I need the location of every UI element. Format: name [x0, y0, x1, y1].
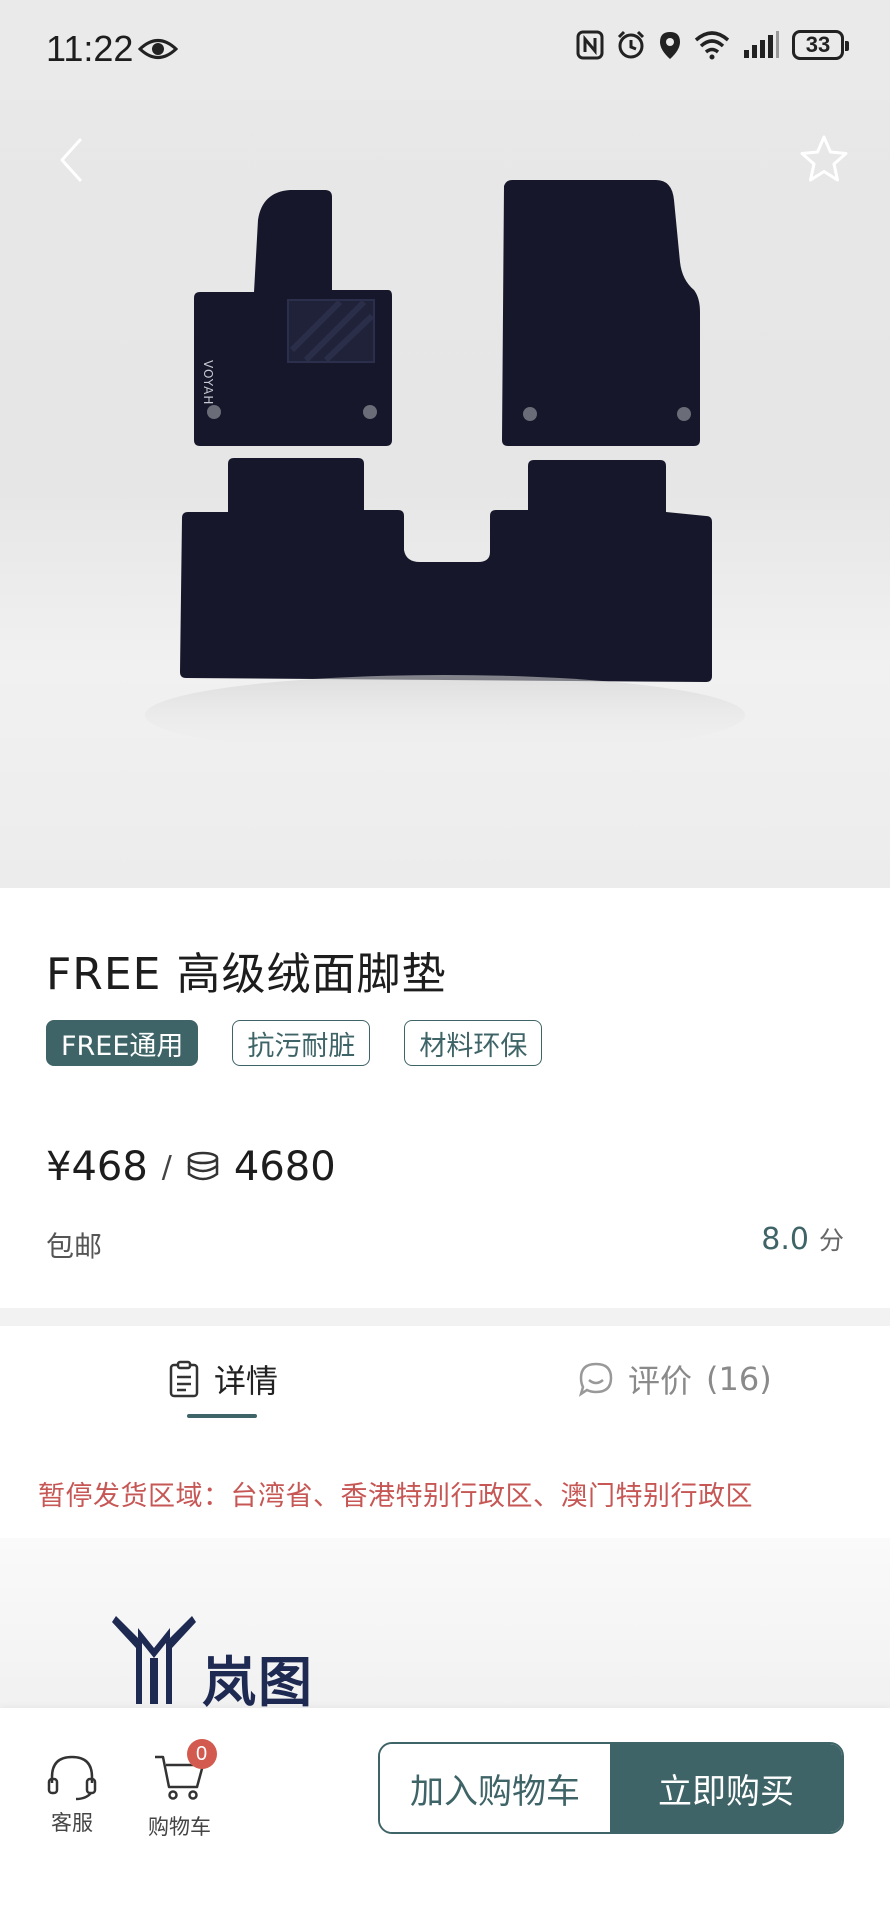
back-button[interactable]: [42, 130, 102, 190]
cart-label: 购物车: [148, 1815, 211, 1839]
star-icon: [800, 135, 848, 182]
status-bar: 11:22 33: [0, 0, 890, 100]
brand-name: 岚图: [202, 1651, 314, 1714]
price-separator: /: [161, 1149, 172, 1185]
product-tags: FREE通用 抗污耐脏 材料环保: [46, 1020, 543, 1066]
coins-icon: [187, 1151, 219, 1181]
status-time: 11:22: [46, 28, 134, 69]
tag-stain-resistant: 抗污耐脏: [232, 1020, 371, 1066]
location-icon: [660, 32, 680, 59]
shipping-notice: 暂停发货区域：台湾省、香港特别行政区、澳门特别行政区: [38, 1481, 753, 1512]
purchase-actions: 加入购物车 立即购买: [378, 1742, 844, 1834]
price-row: ¥468 / 4680: [46, 1144, 336, 1190]
score-value: 8.0: [761, 1222, 809, 1257]
floor-mats-image: VOYAH: [145, 180, 745, 755]
detail-tabs: 详情 评价 (16): [0, 1326, 890, 1428]
section-divider: [0, 1308, 890, 1326]
product-title: FREE 高级绒面脚垫: [46, 949, 447, 1000]
tag-free-universal: FREE通用: [46, 1020, 199, 1066]
alarm-icon: [617, 30, 645, 59]
tag-eco-material: 材料环保: [404, 1020, 543, 1066]
points-price: 4680: [233, 1144, 336, 1190]
favorite-button[interactable]: [794, 130, 854, 190]
signal-icon: [744, 31, 779, 58]
price: ¥468: [46, 1144, 148, 1190]
status-icons: 33: [576, 30, 849, 60]
battery-indicator: 33: [792, 30, 849, 60]
shipping-info: 包邮: [46, 1230, 103, 1263]
product-score: 8.0 分: [761, 1221, 844, 1257]
product-info: FREE 高级绒面脚垫 FREE通用 抗污耐脏 材料环保 ¥468 / 4680…: [0, 888, 890, 1308]
nfc-icon: [576, 30, 604, 60]
chat-bubble-icon: [578, 1362, 613, 1397]
bottom-action-bar: 客服 0 购物车 加入购物车 立即购买: [0, 1708, 890, 1920]
headset-icon: [47, 1755, 97, 1801]
tab-detail-label: 详情: [214, 1362, 279, 1400]
brand-banner: 岚图: [0, 1538, 890, 1714]
score-unit: 分: [818, 1226, 844, 1255]
wifi-icon: [694, 31, 730, 60]
product-image: VOYAH: [0, 0, 890, 888]
active-tab-indicator: [187, 1414, 257, 1418]
review-count: (16): [706, 1360, 772, 1398]
tab-detail[interactable]: 详情: [168, 1356, 278, 1402]
customer-service-button[interactable]: 客服: [46, 1753, 98, 1837]
voyah-logo: [112, 1616, 196, 1704]
tab-review-label: 评价: [628, 1362, 693, 1400]
add-to-cart-button[interactable]: 加入购物车: [380, 1744, 610, 1832]
chevron-left-icon: [60, 138, 82, 182]
buy-now-button[interactable]: 立即购买: [610, 1744, 842, 1832]
cart-button[interactable]: 0 购物车: [148, 1739, 217, 1841]
customer-service-label: 客服: [51, 1811, 93, 1835]
clipboard-icon: [169, 1360, 199, 1398]
cart-count-badge: 0: [186, 1739, 217, 1769]
tab-review[interactable]: 评价 (16): [578, 1356, 772, 1402]
eye-icon: [138, 39, 178, 59]
svg-text:VOYAH: VOYAH: [201, 360, 215, 405]
